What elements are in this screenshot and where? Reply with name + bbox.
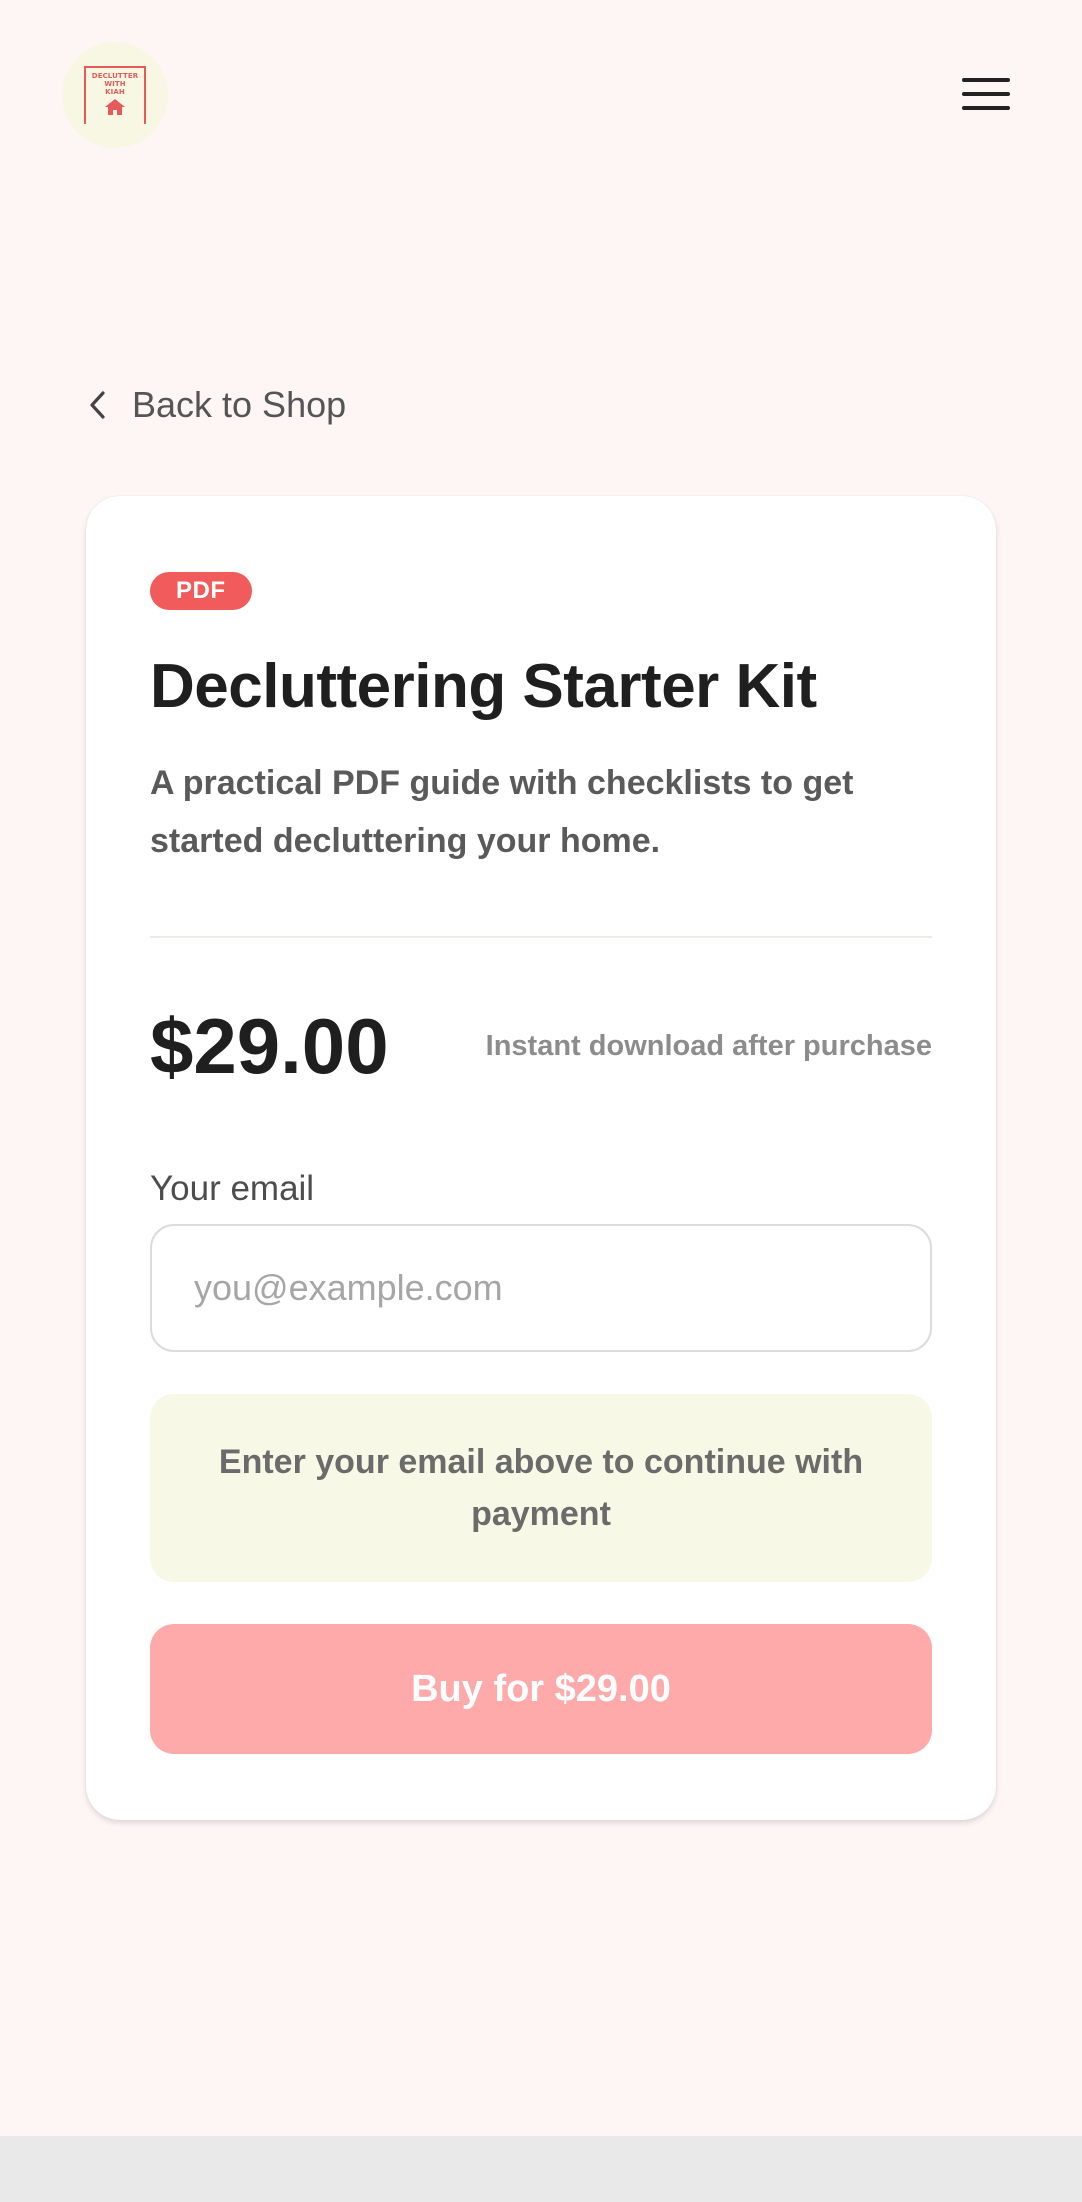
hamburger-menu-icon[interactable] bbox=[956, 70, 1016, 118]
product-card: PDF Decluttering Starter Kit A practical… bbox=[86, 496, 996, 1820]
logo-text: DECLUTTER WITH KIAH bbox=[91, 72, 139, 96]
back-link-label: Back to Shop bbox=[132, 384, 347, 425]
back-to-shop-link[interactable]: Back to Shop bbox=[88, 378, 346, 432]
delivery-note: Instant download after purchase bbox=[485, 1030, 932, 1062]
product-description: A practical PDF guide with checklists to… bbox=[150, 764, 854, 860]
payment-notice: Enter your email above to continue with … bbox=[150, 1394, 932, 1582]
email-input[interactable] bbox=[150, 1224, 932, 1352]
site-logo[interactable]: DECLUTTER WITH KIAH bbox=[62, 42, 168, 148]
bottom-bar bbox=[0, 2136, 1082, 2202]
chevron-left-icon bbox=[90, 391, 105, 419]
house-icon bbox=[105, 99, 125, 115]
divider bbox=[150, 936, 932, 938]
format-badge: PDF bbox=[150, 572, 252, 610]
email-label: Your email bbox=[150, 1169, 315, 1208]
product-page: DECLUTTER WITH KIAH Back to Shop PDF Dec… bbox=[0, 0, 1082, 2202]
logo-mark: DECLUTTER WITH KIAH bbox=[82, 64, 148, 126]
payment-notice-text: Enter your email above to continue with … bbox=[218, 1443, 864, 1533]
buy-button[interactable]: Buy for $29.00 bbox=[150, 1624, 932, 1754]
product-title: Decluttering Starter Kit bbox=[150, 652, 817, 721]
product-price: $29.00 bbox=[150, 1002, 389, 1090]
